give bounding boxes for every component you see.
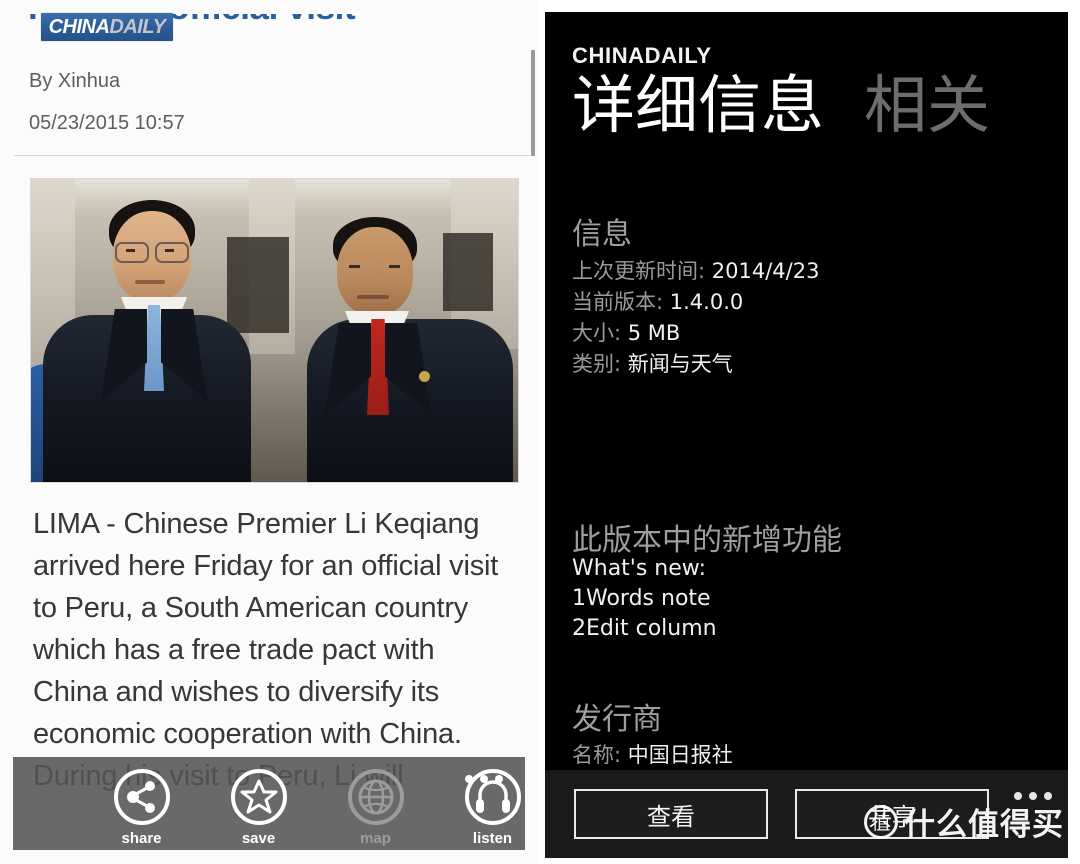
info-value-version: 1.4.0.0 xyxy=(669,290,744,314)
article-publish-date: 05/23/2015 10:57 xyxy=(29,112,185,134)
pivot-header: 详细信息 相关 xyxy=(572,69,990,142)
app-bar-button-save[interactable]: save xyxy=(226,769,291,847)
publisher-value-name: 中国日报社 xyxy=(627,743,733,767)
info-key-version: 当前版本: xyxy=(572,290,664,314)
vertical-scrollbar[interactable] xyxy=(531,50,535,156)
logo-text-china: CHINA xyxy=(48,16,110,38)
app-bar-button-map[interactable]: map xyxy=(343,769,408,847)
screenshot-root: Peru for official visit CHINADAILY By Xi… xyxy=(0,0,1080,864)
tab-related[interactable]: 相关 xyxy=(864,69,990,142)
article-body-text: LIMA - Chinese Premier Li Keqiang arrive… xyxy=(33,508,499,792)
section-heading-info: 信息 xyxy=(572,217,632,252)
info-row-last-updated: 上次更新时间: 2014/4/23 xyxy=(572,255,819,285)
store-app-name: CHINADAILY xyxy=(572,43,712,68)
photo-lapel-pin xyxy=(419,371,430,382)
app-bar-label-share: share xyxy=(121,830,162,847)
globe-icon xyxy=(347,769,404,825)
info-key-category: 类别: xyxy=(572,352,622,376)
view-button[interactable]: 查看 xyxy=(574,789,768,839)
section-heading-whats-new: 此版本中的新增功能 xyxy=(572,523,842,558)
tab-details[interactable]: 详细信息 xyxy=(572,69,824,142)
watermark: 值 什么值得买 xyxy=(864,799,1064,844)
article-byline: By Xinhua xyxy=(29,70,121,92)
app-bar-label-save: save xyxy=(241,830,276,847)
publisher-row-name: 名称: 中国日报社 xyxy=(572,739,733,769)
article-photo xyxy=(30,178,519,483)
info-key-last-updated: 上次更新时间: xyxy=(572,259,706,283)
watermark-text: 什么值得买 xyxy=(904,807,1064,843)
app-bar-button-share[interactable]: share xyxy=(109,769,174,847)
app-bar-label-map: map xyxy=(360,830,391,847)
header-divider xyxy=(14,155,530,156)
app-bar-button-listen[interactable]: listen xyxy=(460,769,525,847)
info-row-size: 大小: 5 MB xyxy=(572,317,680,347)
store-details-panel: CHINADAILY 详细信息 相关 信息 上次更新时间: 2014/4/23 … xyxy=(545,12,1068,858)
info-value-category: 新闻与天气 xyxy=(627,352,733,376)
info-row-category: 类别: 新闻与天气 xyxy=(572,348,733,378)
info-key-size: 大小: xyxy=(572,321,622,345)
whats-new-line-1: What's new: xyxy=(572,556,706,581)
photo-window-right xyxy=(443,233,493,311)
watermark-logo-icon: 值 xyxy=(864,804,898,839)
star-icon xyxy=(230,769,287,825)
headset-icon xyxy=(464,769,521,825)
photo-window-left xyxy=(227,237,289,333)
article-app-bar: share save map listen xyxy=(13,757,525,850)
whats-new-line-2: 1Words note xyxy=(572,586,711,611)
info-value-size: 5 MB xyxy=(627,321,681,345)
app-bar-label-listen: listen xyxy=(472,830,513,847)
info-value-last-updated: 2014/4/23 xyxy=(711,259,820,283)
article-reader-panel: Peru for official visit CHINADAILY By Xi… xyxy=(0,0,537,864)
chinadaily-logo: CHINA DAILY xyxy=(41,13,173,41)
logo-text-daily: DAILY xyxy=(109,16,166,38)
share-icon xyxy=(113,769,170,825)
info-row-version: 当前版本: 1.4.0.0 xyxy=(572,286,743,316)
app-bar-items: share save map listen xyxy=(13,769,525,847)
section-heading-publisher: 发行商 xyxy=(572,702,662,737)
publisher-key-name: 名称: xyxy=(572,743,622,767)
whats-new-line-3: 2Edit column xyxy=(572,616,717,641)
